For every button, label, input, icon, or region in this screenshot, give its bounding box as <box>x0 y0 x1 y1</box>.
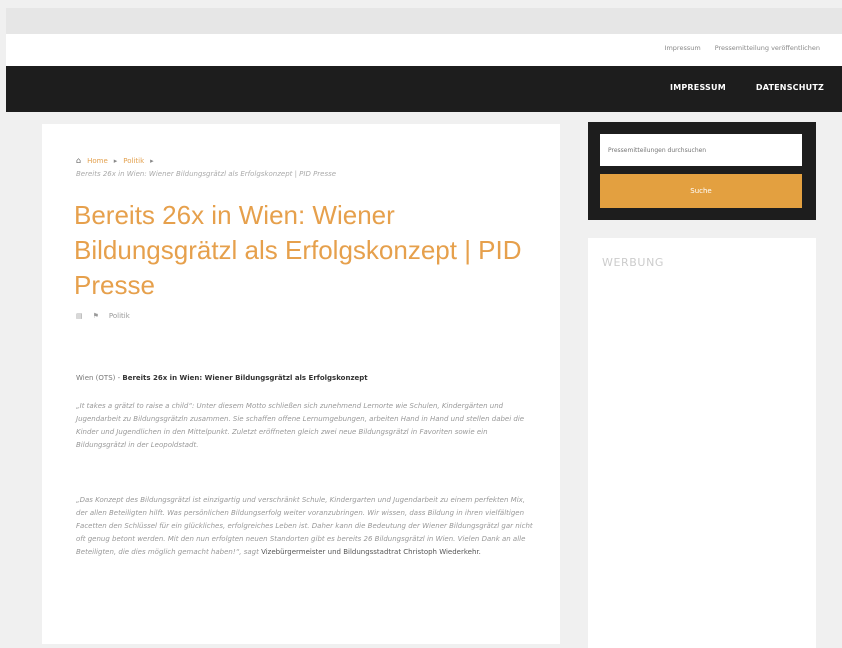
article-meta: ▤ ⚑ Politik <box>76 312 130 320</box>
nav-item-datenschutz[interactable]: DATENSCHUTZ <box>756 83 824 92</box>
tag-icon: ⚑ <box>92 312 99 320</box>
calendar-icon: ▤ <box>76 312 83 320</box>
breadcrumb-home[interactable]: Home <box>87 157 108 165</box>
breadcrumb-separator-icon: ▸ <box>113 156 118 165</box>
breadcrumb-category[interactable]: Politik <box>123 157 144 165</box>
search-input[interactable] <box>600 134 802 166</box>
top-strip <box>6 8 842 34</box>
article-lead: Wien (OTS) - Bereits 26x in Wien: Wiener… <box>76 374 368 382</box>
article-container: ⌂ Home ▸ Politik ▸ Bereits 26x in Wien: … <box>42 124 560 644</box>
sidebar-search-widget: Suche <box>588 122 816 220</box>
article-paragraph: „Das Konzept des Bildungsgrätzl ist einz… <box>76 494 536 559</box>
home-icon[interactable]: ⌂ <box>76 156 81 165</box>
advertisement-widget: WERBUNG <box>588 238 816 648</box>
article-title: Bereits 26x in Wien: Wiener Bildungsgrät… <box>74 200 522 300</box>
utility-link-impressum[interactable]: Impressum <box>665 44 701 52</box>
lead-headline: Bereits 26x in Wien: Wiener Bildungsgrät… <box>122 374 368 382</box>
meta-category-link[interactable]: Politik <box>109 312 130 320</box>
breadcrumb: ⌂ Home ▸ Politik ▸ <box>76 156 154 165</box>
breadcrumb-separator-icon: ▸ <box>150 156 154 165</box>
breadcrumb-current: Bereits 26x in Wien: Wiener Bildungsgrät… <box>76 170 337 178</box>
ad-label: WERBUNG <box>602 256 665 269</box>
nav-item-impressum[interactable]: IMPRESSUM <box>670 83 726 92</box>
lead-prefix: Wien (OTS) - <box>76 374 123 382</box>
quote-attribution: Vizebürgermeister und Bildungsstadtrat C… <box>261 548 481 556</box>
paragraph-text: „Das Konzept des Bildungsgrätzl ist einz… <box>76 496 533 556</box>
main-navigation: IMPRESSUM DATENSCHUTZ <box>6 66 842 112</box>
utility-link-publish[interactable]: Pressemitteilung veröffentlichen <box>715 44 820 52</box>
utility-bar: Impressum Pressemitteilung veröffentlich… <box>6 34 842 66</box>
article-paragraph: „It takes a grätzl to raise a child“: Un… <box>76 402 525 449</box>
search-button[interactable]: Suche <box>600 174 802 208</box>
